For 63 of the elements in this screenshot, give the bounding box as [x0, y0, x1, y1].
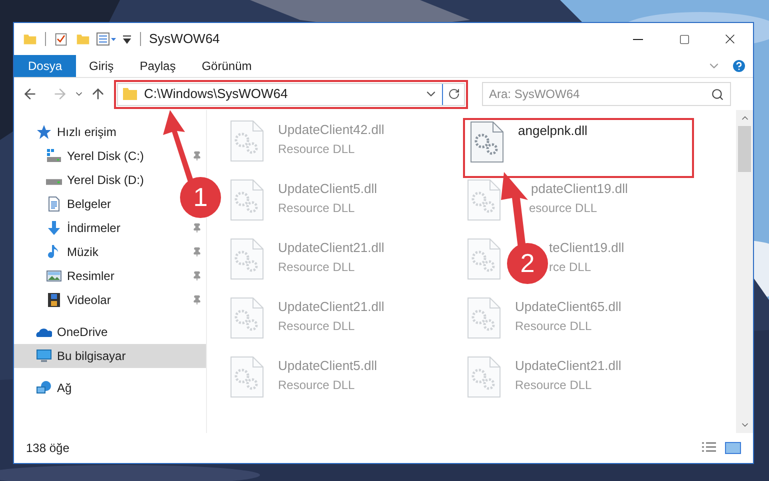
sidebar-item[interactable]: İndirmeler [14, 216, 206, 240]
file-type: rce DLL [549, 258, 592, 276]
file-type: Resource DLL [278, 376, 355, 394]
item-count: 138 öğe [26, 440, 70, 457]
pin-icon[interactable] [192, 223, 202, 233]
network-icon [36, 380, 52, 396]
sidebar-item[interactable]: Yerel Disk (D:) [14, 168, 148, 192]
up-icon[interactable] [90, 86, 106, 102]
pin-icon[interactable] [192, 295, 202, 305]
sidebar-item[interactable]: Resimler [14, 264, 206, 288]
file-name[interactable]: angelpnk.dll [518, 121, 588, 140]
ribbon-tab[interactable]: Paylaş [126, 55, 189, 77]
monitor-icon [36, 348, 52, 364]
search-icon[interactable] [711, 88, 724, 100]
folder-icon[interactable] [76, 32, 90, 46]
download-icon [46, 220, 62, 236]
refresh-icon[interactable] [448, 88, 460, 100]
sidebar-item[interactable]: Müzik [14, 240, 206, 264]
ribbon-tab[interactable]: Dosya [14, 55, 76, 77]
folder-icon [122, 86, 138, 102]
minimize-icon [633, 38, 643, 40]
scrollbar-thumb[interactable] [738, 126, 751, 172]
maximize-icon [678, 34, 690, 44]
ribbon-tab[interactable]: Giriş [76, 55, 127, 77]
sidebar-item[interactable]: OneDrive [14, 320, 112, 344]
sidebar-item[interactable]: Videolar [14, 288, 206, 312]
window-title: SysWOW64 [149, 30, 220, 48]
star-icon [36, 124, 52, 140]
file-type: Resource DLL [278, 200, 355, 216]
properties-icon[interactable] [96, 32, 118, 46]
pin-icon[interactable] [192, 271, 202, 281]
file-type: esource DLL [529, 200, 598, 216]
image-icon [46, 268, 62, 284]
customize-caret-icon[interactable] [122, 34, 132, 44]
file-type: Resource DLL [515, 318, 592, 334]
pin-icon[interactable] [192, 247, 202, 257]
folder-icon[interactable] [23, 32, 37, 46]
drive-icon [46, 148, 62, 164]
file-type: Resource DLL [278, 140, 355, 158]
file-type: Resource DLL [278, 258, 355, 276]
help-icon[interactable] [731, 58, 747, 74]
sidebar-item[interactable]: Yerel Disk (C:) [14, 144, 206, 168]
large-icons-view-icon[interactable] [725, 442, 741, 454]
sidebar-item[interactable]: Ağ [14, 376, 76, 400]
ribbon-tab[interactable]: Görünüm [188, 55, 265, 77]
pin-icon[interactable] [192, 151, 202, 161]
drive-icon [46, 179, 62, 185]
film-icon [46, 292, 62, 308]
sidebar-item[interactable]: Hızlı erişim [14, 120, 120, 144]
sidebar-item[interactable]: Belgeler [14, 192, 116, 216]
checklist-icon[interactable] [54, 32, 68, 46]
back-icon[interactable] [22, 86, 38, 102]
sidebar-item[interactable]: Bu bilgisayar [14, 344, 206, 368]
scrollbar[interactable] [736, 110, 753, 433]
search-input[interactable]: Ara: SysWOW64 [489, 85, 711, 103]
document-icon [46, 196, 62, 212]
search-field[interactable]: Ara: SysWOW64 [482, 82, 731, 106]
address-path: C:\Windows\SysWOW64 [144, 85, 288, 104]
file-type: Resource DLL [278, 318, 355, 334]
details-view-icon[interactable] [701, 442, 717, 454]
address-field[interactable]: C:\Windows\SysWOW64 [117, 82, 465, 106]
forward-icon[interactable] [52, 86, 68, 102]
file-type: Resource DLL [515, 376, 592, 394]
